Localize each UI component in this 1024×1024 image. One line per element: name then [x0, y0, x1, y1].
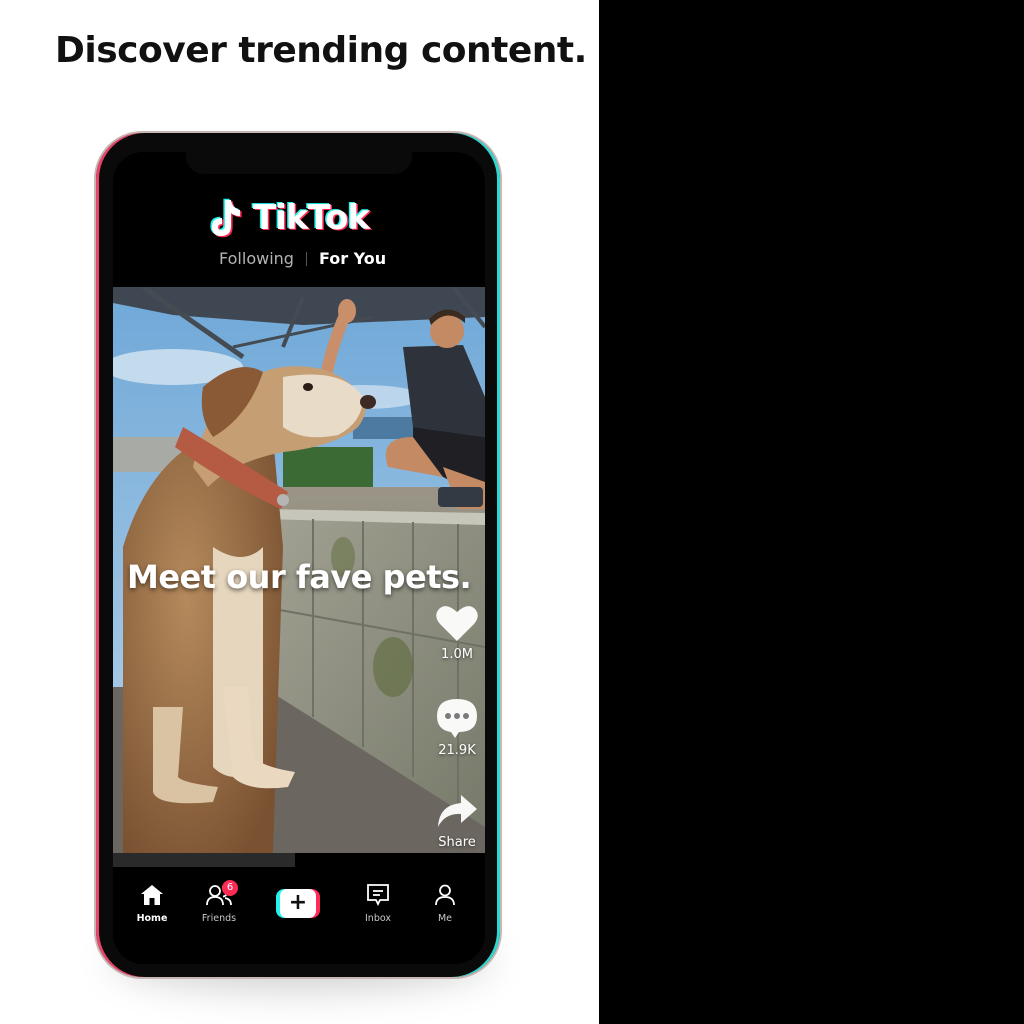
- phone-notch: [186, 150, 412, 174]
- tab-for-you[interactable]: For You: [319, 249, 386, 268]
- heart-icon: [436, 606, 478, 641]
- create-button[interactable]: +: [276, 889, 320, 918]
- feed-tabs: Following For You: [205, 249, 405, 268]
- nav-inbox[interactable]: Inbox: [348, 884, 408, 924]
- house-icon: [141, 885, 163, 905]
- inbox-icon: [367, 884, 389, 907]
- like-count: 1.0M: [441, 647, 473, 662]
- nav-me-label: Me: [437, 913, 453, 924]
- tab-following[interactable]: Following: [219, 249, 294, 268]
- share-button[interactable]: Share: [427, 791, 487, 850]
- person-icon: [435, 884, 455, 906]
- tiktok-note-icon: [210, 198, 242, 238]
- nav-home-label: Home: [136, 913, 168, 924]
- video-progress-bar[interactable]: [113, 853, 485, 867]
- nav-friends-label: Friends: [201, 913, 237, 924]
- plus-icon: +: [280, 889, 316, 918]
- right-black-panel: [599, 0, 1024, 1024]
- tiktok-logo: TikTok: [205, 196, 370, 240]
- share-label: Share: [438, 835, 476, 850]
- tab-divider: [305, 251, 307, 266]
- nav-inbox-label: Inbox: [365, 913, 391, 924]
- page-headline: Discover trending content.: [55, 30, 587, 71]
- comment-bubble-icon: [437, 699, 477, 738]
- nav-me[interactable]: Me: [415, 884, 475, 924]
- video-caption: Meet our fave pets.: [127, 558, 472, 596]
- nav-home[interactable]: Home: [122, 884, 182, 924]
- like-button[interactable]: 1.0M: [427, 603, 487, 662]
- comment-button[interactable]: 21.9K: [427, 697, 487, 758]
- share-arrow-icon: [438, 795, 477, 827]
- tiktok-wordmark: TikTok: [253, 198, 370, 238]
- nav-friends[interactable]: 6 Friends: [189, 880, 249, 924]
- video-progress-fill: [113, 853, 296, 867]
- friends-notification-badge: 6: [222, 880, 238, 896]
- comment-count: 21.9K: [438, 743, 476, 758]
